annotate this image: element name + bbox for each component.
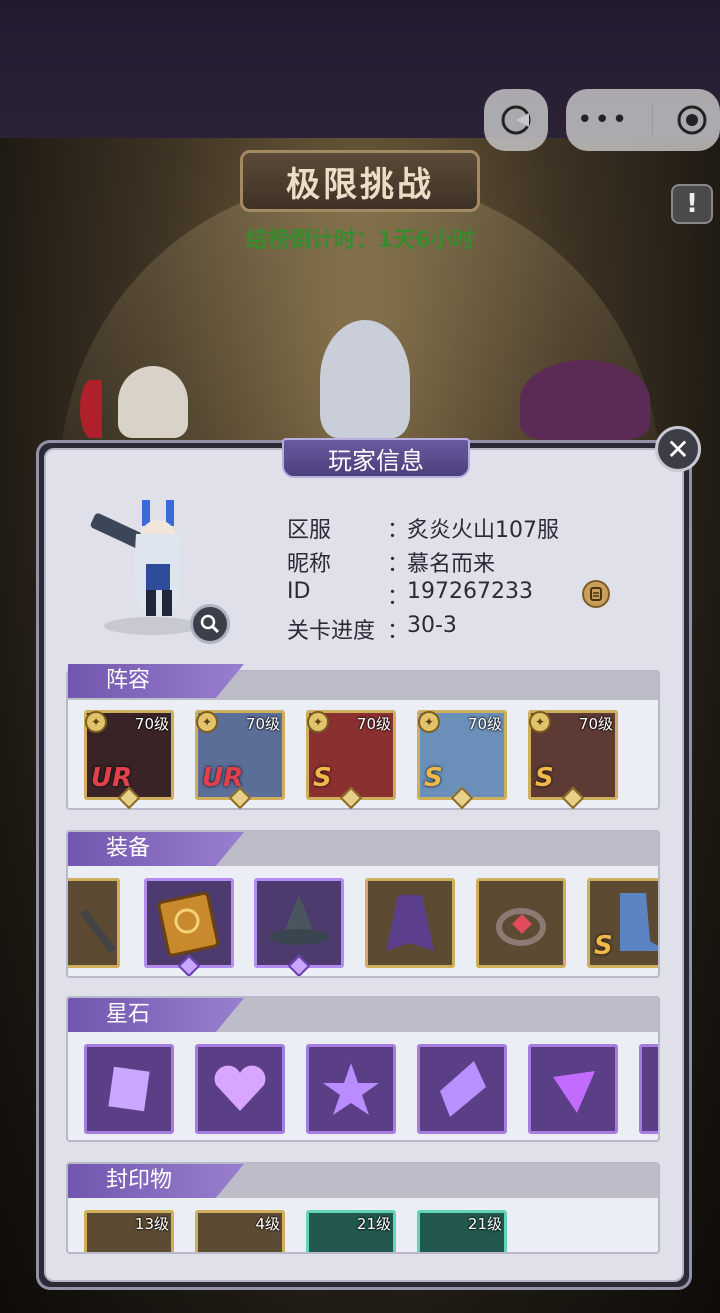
heart-gem-icon[interactable]	[195, 1044, 285, 1134]
server-label: 区服	[287, 518, 332, 543]
seal-slot-1[interactable]: 13级	[84, 1210, 174, 1252]
square-gem-icon[interactable]	[84, 1044, 174, 1134]
cloak-item-icon[interactable]	[365, 878, 455, 968]
equipment-section: 装备 S	[66, 830, 660, 978]
nickname-row: 昵称 ： 慕名而来	[287, 546, 495, 578]
colon: ：	[387, 619, 410, 644]
staff-item-icon[interactable]	[68, 878, 120, 968]
hero-level: 70级	[578, 715, 613, 733]
gunner-character-sprite	[320, 320, 410, 438]
seal-slot-3[interactable]: 21级	[306, 1210, 396, 1252]
hero-slot-1[interactable]: ✦ 70级 UR	[84, 710, 174, 810]
player-avatar[interactable]	[82, 494, 232, 644]
stage-progress-value: 30-3	[407, 613, 457, 638]
hero-level: 70级	[245, 715, 280, 733]
staff-icon: ✦	[196, 711, 218, 733]
item-rank: S	[594, 931, 613, 961]
nickname-label: 昵称	[287, 552, 332, 577]
colon: ：	[387, 585, 410, 610]
wand-icon: ✦	[307, 711, 329, 733]
sword-icon: ✦	[85, 711, 107, 733]
sword-icon: ✦	[418, 711, 440, 733]
lineup-tab-label: 阵容	[68, 664, 244, 698]
hero-level: 70级	[356, 715, 391, 733]
hero-star-pip	[450, 786, 474, 810]
hero-rank: S	[313, 763, 332, 793]
close-miniprogram-icon[interactable]	[675, 103, 709, 137]
hero-star-pip	[339, 786, 363, 810]
rank-countdown: 结榜倒计时：1天6小时	[245, 228, 475, 253]
triangle-gem-icon[interactable]	[528, 1044, 618, 1134]
lineup-section: 阵容 ✦ 70级 UR ✦ 70级 UR ✦ 70级 S ✦ 70级 S ✦ 7…	[66, 664, 660, 810]
close-dialog-button[interactable]: ✕	[655, 426, 701, 472]
star-stone-tab-label: 星石	[68, 998, 244, 1032]
hero-star-pip	[561, 786, 585, 810]
partial-gem-slot[interactable]	[639, 1044, 658, 1134]
id-row: ID ： 197267233	[287, 579, 533, 611]
demon-character-sprite	[520, 360, 650, 440]
panda-character-sprite	[118, 366, 188, 438]
colon: ：	[387, 552, 410, 577]
magnifier-icon	[200, 614, 220, 634]
star-gem-icon[interactable]	[306, 1044, 396, 1134]
seal-level: 21级	[467, 1215, 502, 1233]
colon: ：	[387, 518, 410, 543]
stage-progress-label: 关卡进度	[287, 619, 376, 644]
hero-rank: S	[535, 763, 554, 793]
mode-title: 极限挑战	[240, 150, 480, 212]
nickname-value: 慕名而来	[407, 552, 496, 577]
copy-id-button[interactable]	[582, 580, 610, 608]
server-row: 区服 ： 炙炎火山107服	[287, 512, 559, 544]
boots-item-icon[interactable]: S	[587, 878, 658, 968]
hero-level: 70级	[134, 715, 169, 733]
hero-slot-4[interactable]: ✦ 70级 S	[417, 710, 507, 810]
hero-slot-5[interactable]: ✦ 70级 S	[528, 710, 618, 810]
seal-level: 13级	[134, 1215, 169, 1233]
hero-level: 70级	[467, 715, 502, 733]
more-options-icon[interactable]: •••	[577, 105, 629, 135]
pacman-icon	[501, 105, 531, 135]
red-scythe-sprite	[80, 380, 102, 438]
seal-level: 4级	[255, 1215, 280, 1233]
equipment-tab-label: 装备	[68, 832, 244, 866]
seal-tab-label: 封印物	[68, 1164, 244, 1198]
wizard-hat-item-icon[interactable]	[254, 878, 344, 976]
info-alert-button[interactable]: !	[671, 184, 713, 224]
capsule-menu: •••	[566, 89, 720, 151]
spellbook-item-icon[interactable]	[144, 878, 234, 976]
seal-slot-2[interactable]: 4级	[195, 1210, 285, 1252]
seal-level: 21级	[356, 1215, 391, 1233]
diamond-gem-icon[interactable]	[417, 1044, 507, 1134]
seal-slot-4[interactable]: 21级	[417, 1210, 507, 1252]
capsule-divider	[651, 105, 653, 135]
dialog-title: 玩家信息	[282, 438, 470, 478]
game-menu-button[interactable]	[484, 89, 548, 151]
stage-progress-row: 关卡进度 ： 30-3	[287, 613, 457, 645]
seal-section: 封印物 13级 4级 21级 21级	[66, 1162, 660, 1254]
id-label: ID	[287, 579, 311, 604]
magnifier-button[interactable]	[190, 604, 230, 644]
hero-slot-3[interactable]: ✦ 70级 S	[306, 710, 396, 810]
ring-item-icon[interactable]	[476, 878, 566, 968]
spiral-icon: ✦	[529, 711, 551, 733]
id-value: 197267233	[407, 579, 533, 604]
copy-icon	[590, 587, 602, 601]
hero-slot-2[interactable]: ✦ 70级 UR	[195, 710, 285, 810]
hero-rank: S	[424, 763, 443, 793]
star-stone-section: 星石	[66, 996, 660, 1142]
server-value: 炙炎火山107服	[407, 518, 559, 543]
